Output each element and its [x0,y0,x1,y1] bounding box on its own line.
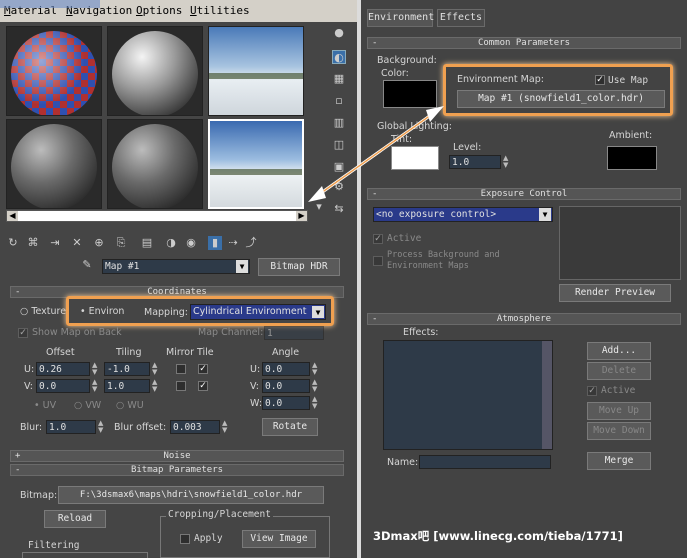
arrow-shaft-core [313,109,439,199]
arrow-head-right [426,106,444,122]
arrow-head-left [308,186,326,202]
connector-arrow [308,106,444,202]
